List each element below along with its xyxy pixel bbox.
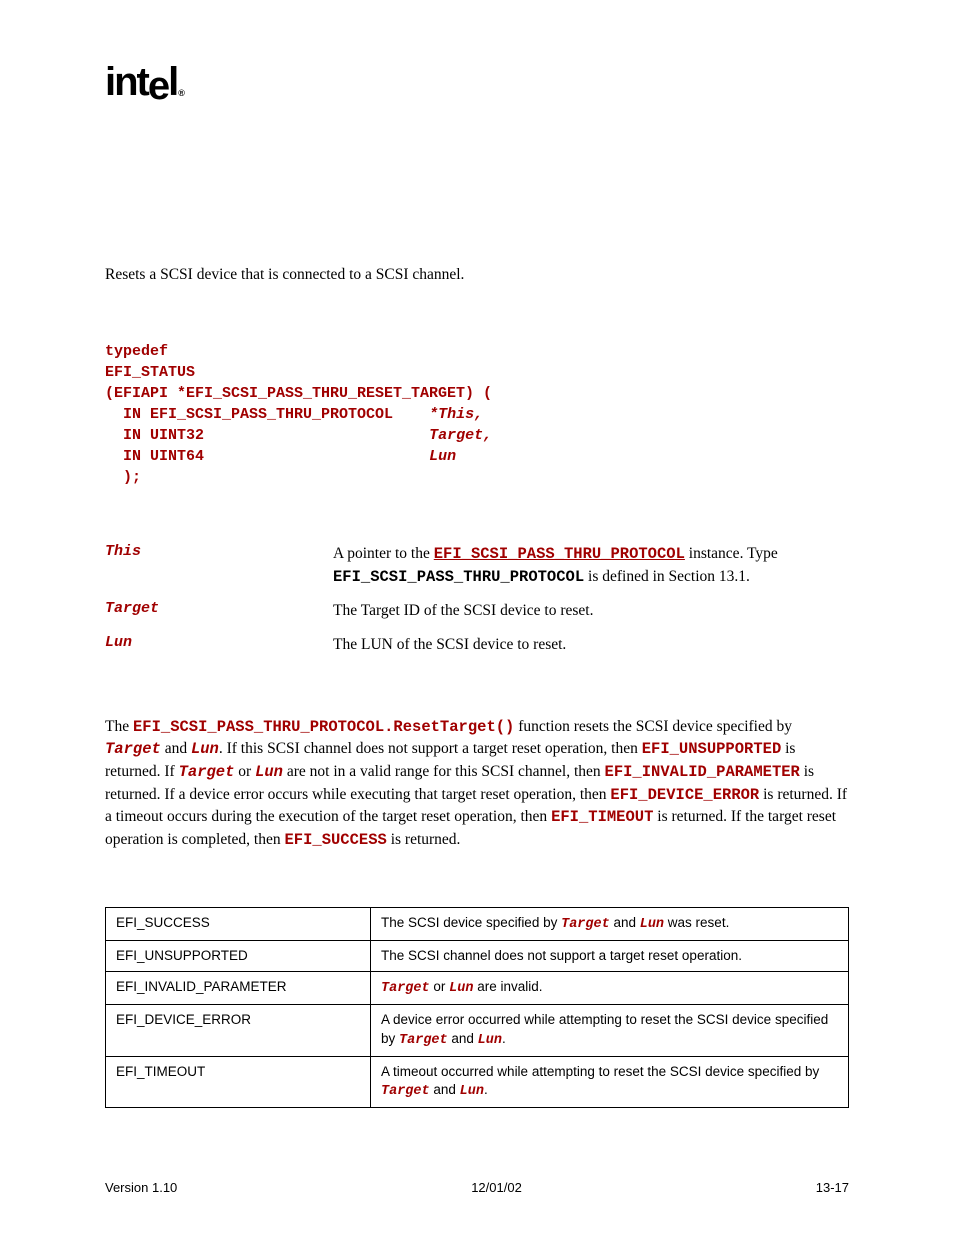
- table-row: EFI_UNSUPPORTED The SCSI channel does no…: [106, 941, 849, 972]
- parameters-section: This A pointer to the EFI_SCSI_PASS_THRU…: [105, 543, 849, 656]
- link-protocol[interactable]: EFI_SCSI_PASS_THRU_PROTOCOL: [434, 545, 685, 563]
- prototype-block: typedef EFI_STATUS (EFIAPI *EFI_SCSI_PAS…: [105, 341, 849, 488]
- footer-page: 13-17: [816, 1180, 849, 1195]
- description-text: The EFI_SCSI_PASS_THRU_PROTOCOL.ResetTar…: [105, 716, 849, 852]
- footer-version: Version 1.10: [105, 1180, 177, 1195]
- intel-logo: intel®: [105, 60, 182, 105]
- param-target: Target The Target ID of the SCSI device …: [105, 600, 849, 622]
- param-this: This A pointer to the EFI_SCSI_PASS_THRU…: [105, 543, 849, 588]
- table-row: EFI_DEVICE_ERROR A device error occurred…: [106, 1005, 849, 1056]
- table-row: EFI_SUCCESS The SCSI device specified by…: [106, 907, 849, 940]
- table-row: EFI_TIMEOUT A timeout occurred while att…: [106, 1056, 849, 1107]
- page-footer: Version 1.10 12/01/02 13-17: [105, 1180, 849, 1195]
- param-lun: Lun The LUN of the SCSI device to reset.: [105, 634, 849, 656]
- summary-text: Resets a SCSI device that is connected t…: [105, 265, 849, 286]
- status-codes-table: EFI_SUCCESS The SCSI device specified by…: [105, 907, 849, 1109]
- table-row: EFI_INVALID_PARAMETER Target or Lun are …: [106, 972, 849, 1005]
- footer-date: 12/01/02: [471, 1180, 522, 1195]
